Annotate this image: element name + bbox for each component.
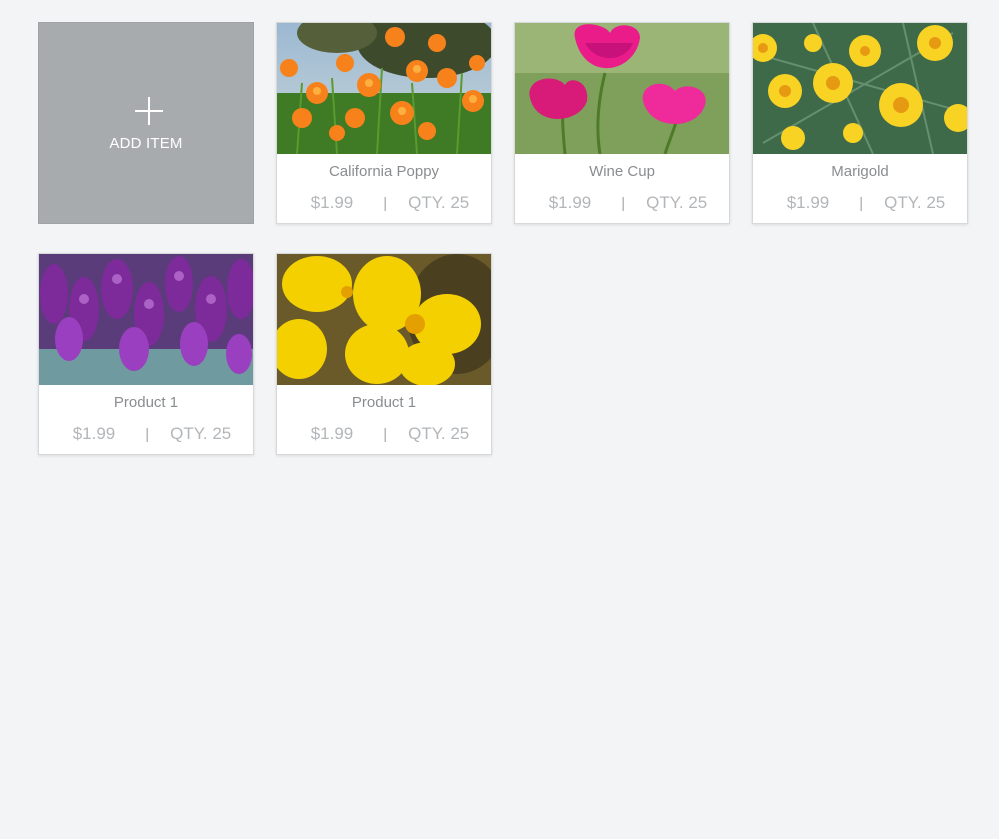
product-price: $1.99 bbox=[548, 193, 592, 212]
product-name: California Poppy bbox=[328, 163, 440, 180]
product-meta: $1.99 | QTY. 25 bbox=[277, 424, 491, 444]
add-item-label: ADD ITEM bbox=[109, 134, 183, 152]
purple-sage-photo bbox=[39, 254, 253, 385]
product-card[interactable]: Marigold $1.99 | QTY. 25 bbox=[752, 22, 968, 224]
product-meta: $1.99 | QTY. 25 bbox=[39, 424, 253, 444]
product-qty: QTY. 25 bbox=[408, 193, 470, 212]
product-name: Product 1 bbox=[113, 394, 179, 411]
product-qty: QTY. 25 bbox=[646, 193, 708, 212]
meta-separator: | bbox=[383, 425, 388, 443]
plus-icon bbox=[135, 96, 163, 125]
product-meta: $1.99 | QTY. 25 bbox=[753, 193, 967, 213]
add-item-button[interactable]: ADD ITEM bbox=[38, 22, 254, 224]
product-qty: QTY. 25 bbox=[170, 424, 232, 443]
product-name: Product 1 bbox=[351, 394, 417, 411]
product-card[interactable]: Product 1 $1.99 | QTY. 25 bbox=[38, 253, 254, 455]
product-grid: ADD ITEM California Poppy $1.99 | QTY. 2… bbox=[38, 22, 968, 455]
product-price: $1.99 bbox=[310, 424, 354, 443]
product-name: Wine Cup bbox=[589, 163, 655, 180]
product-meta: $1.99 | QTY. 25 bbox=[515, 193, 729, 213]
product-qty: QTY. 25 bbox=[884, 193, 946, 212]
meta-separator: | bbox=[859, 194, 864, 212]
product-price: $1.99 bbox=[310, 193, 354, 212]
product-card[interactable]: Product 1 $1.99 | QTY. 25 bbox=[276, 253, 492, 455]
product-price: $1.99 bbox=[72, 424, 116, 443]
yellow-flower-photo bbox=[277, 254, 491, 385]
product-card[interactable]: Wine Cup $1.99 | QTY. 25 bbox=[514, 22, 730, 224]
product-qty: QTY. 25 bbox=[408, 424, 470, 443]
product-price: $1.99 bbox=[786, 193, 830, 212]
wine-cup-photo bbox=[515, 23, 729, 154]
california-poppy-photo bbox=[277, 23, 491, 154]
meta-separator: | bbox=[383, 194, 388, 212]
marigold-photo bbox=[753, 23, 967, 154]
meta-separator: | bbox=[621, 194, 626, 212]
product-card[interactable]: California Poppy $1.99 | QTY. 25 bbox=[276, 22, 492, 224]
meta-separator: | bbox=[145, 425, 150, 443]
product-name: Marigold bbox=[831, 163, 889, 180]
product-meta: $1.99 | QTY. 25 bbox=[277, 193, 491, 213]
